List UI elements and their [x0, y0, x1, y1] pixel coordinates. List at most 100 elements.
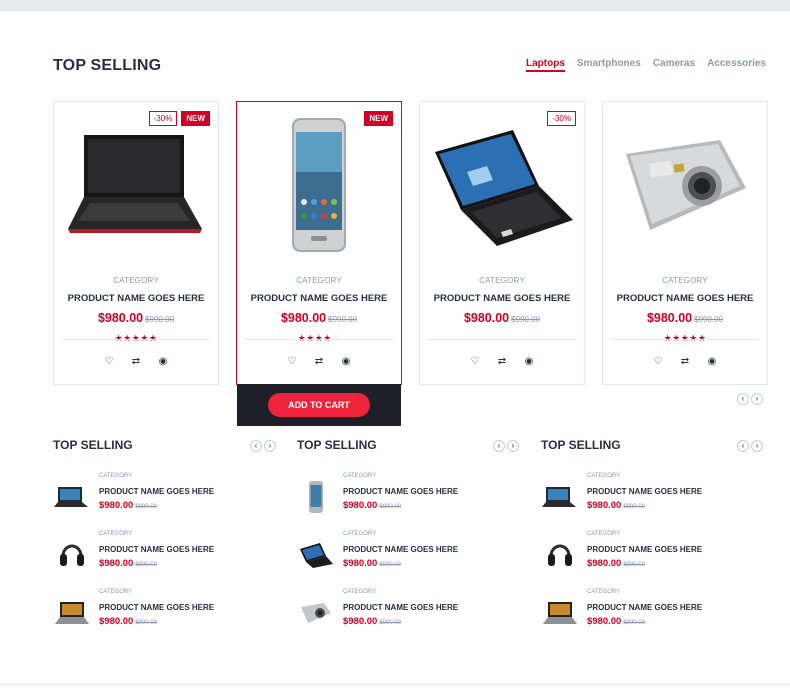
product-category[interactable]: CATEGORY [587, 473, 702, 479]
widget-product[interactable]: CATEGORY PRODUCT NAME GOES HERE $980.00 $99… [541, 473, 766, 523]
widget-product[interactable]: CATEGORY PRODUCT NAME GOES HERE $980.00 $99… [53, 531, 278, 581]
old-price: $990.00 [135, 562, 158, 568]
product-thumb-smartphone[interactable] [297, 481, 335, 513]
product-price: $980.00 $990.00 [587, 558, 702, 569]
widget-product[interactable]: CATEGORY PRODUCT NAME GOES HERE $980.00 $99… [53, 473, 278, 523]
product-thumb-headphones[interactable] [53, 539, 91, 571]
tab-smartphones[interactable]: Smartphones [577, 58, 641, 72]
product-card[interactable]: NEW CATEGORY PRODUCT NAME GOES HERE $980… [236, 101, 402, 385]
chevron-left-icon[interactable]: ‹ [737, 393, 749, 405]
product-name[interactable]: PRODUCT NAME GOES HERE [343, 545, 458, 554]
widget-product[interactable]: CATEGORY PRODUCT NAME GOES HERE $980.00 $99… [297, 589, 522, 639]
product-name[interactable]: PRODUCT NAME GOES HERE [587, 545, 702, 554]
heart-icon[interactable]: ♡ [104, 356, 115, 367]
exchange-icon[interactable]: ⇄ [680, 356, 691, 367]
product-image-camera[interactable] [603, 102, 767, 270]
current-price: $980.00 [587, 616, 622, 627]
product-name[interactable]: PRODUCT NAME GOES HERE [99, 545, 214, 554]
chevron-right-icon[interactable]: › [507, 440, 519, 452]
chevron-left-icon[interactable]: ‹ [493, 440, 505, 452]
tab-laptops[interactable]: Laptops [526, 58, 565, 72]
product-thumb-headphones[interactable] [541, 539, 579, 571]
exchange-icon[interactable]: ⇄ [314, 356, 325, 367]
heart-icon[interactable]: ♡ [470, 356, 481, 367]
product-thumb-laptop[interactable] [53, 597, 91, 629]
product-category[interactable]: CATEGORY [603, 276, 767, 285]
product-category[interactable]: CATEGORY [54, 276, 218, 285]
header-strip [0, 0, 790, 11]
product-price: $980.00 $990.00 [237, 311, 401, 325]
product-category[interactable]: CATEGORY [343, 531, 458, 537]
product-category[interactable]: CATEGORY [343, 473, 458, 479]
product-thumb-camera[interactable] [297, 597, 335, 629]
product-image-laptop[interactable] [54, 102, 218, 270]
chevron-left-icon[interactable]: ‹ [250, 440, 262, 452]
product-name[interactable]: PRODUCT NAME GOES HERE [54, 293, 218, 304]
product-category[interactable]: CATEGORY [99, 531, 214, 537]
widget-product[interactable]: CATEGORY PRODUCT NAME GOES HERE $980.00 $99… [541, 589, 766, 639]
product-name[interactable]: PRODUCT NAME GOES HERE [343, 603, 458, 612]
eye-icon[interactable]: ◉ [524, 356, 535, 367]
eye-icon[interactable]: ◉ [158, 356, 169, 367]
product-price: $980.00 $990.00 [420, 311, 584, 325]
product-name[interactable]: PRODUCT NAME GOES HERE [420, 293, 584, 304]
old-price: $990.00 [623, 504, 646, 510]
current-price: $980.00 [587, 500, 622, 511]
current-price: $980.00 [99, 500, 134, 511]
product-category[interactable]: CATEGORY [587, 531, 702, 537]
sale-badge: -30% [547, 111, 576, 126]
product-category[interactable]: CATEGORY [587, 589, 702, 595]
product-actions: ♡ ⇄ ◉ [420, 356, 584, 367]
tab-cameras[interactable]: Cameras [653, 58, 695, 72]
chevron-left-icon[interactable]: ‹ [737, 440, 749, 452]
exchange-icon[interactable]: ⇄ [497, 356, 508, 367]
add-to-cart-button[interactable]: ADD TO CART [268, 393, 370, 417]
product-thumb-laptop[interactable] [53, 481, 91, 513]
product-price: $980.00 $990.00 [99, 500, 214, 511]
product-name[interactable]: PRODUCT NAME GOES HERE [99, 603, 214, 612]
widget-product[interactable]: CATEGORY PRODUCT NAME GOES HERE $980.00 $99… [297, 473, 522, 523]
widget-product[interactable]: CATEGORY PRODUCT NAME GOES HERE $980.00 $99… [297, 531, 522, 581]
product-category[interactable]: CATEGORY [237, 276, 401, 285]
chevron-right-icon[interactable]: › [264, 440, 276, 452]
product-thumb-laptop[interactable] [297, 539, 335, 571]
chevron-right-icon[interactable]: › [751, 393, 763, 405]
widget-nav: ‹ › [250, 440, 276, 452]
heart-icon[interactable]: ♡ [653, 356, 664, 367]
exchange-icon[interactable]: ⇄ [131, 356, 142, 367]
widget-product[interactable]: CATEGORY PRODUCT NAME GOES HERE $980.00 $99… [541, 531, 766, 581]
top-selling-widget: TOP SELLING ‹ › CATEGORY PRODUCT NAME GOE… [297, 438, 522, 627]
product-name[interactable]: PRODUCT NAME GOES HERE [343, 487, 458, 496]
product-name[interactable]: PRODUCT NAME GOES HERE [587, 603, 702, 612]
product-category[interactable]: CATEGORY [420, 276, 584, 285]
chevron-right-icon[interactable]: › [751, 440, 763, 452]
product-card[interactable]: -30% NEW CATEGORY PRODUCT NAME GOES HERE… [53, 101, 219, 385]
product-category[interactable]: CATEGORY [99, 473, 214, 479]
card-divider [611, 339, 759, 340]
product-thumb-laptop[interactable] [541, 597, 579, 629]
product-name[interactable]: PRODUCT NAME GOES HERE [99, 487, 214, 496]
widget-nav: ‹ › [737, 440, 763, 452]
new-badge: NEW [364, 111, 393, 126]
current-price: $980.00 [99, 616, 134, 627]
tab-accessories[interactable]: Accessories [707, 58, 766, 72]
product-name[interactable]: PRODUCT NAME GOES HERE [587, 487, 702, 496]
heart-icon[interactable]: ♡ [287, 356, 298, 367]
product-card[interactable]: -30% CATEGORY PRODUCT NAME GOES HERE $98… [419, 101, 585, 385]
current-price: $980.00 [463, 311, 510, 325]
old-price: $990.00 [511, 315, 541, 324]
product-image-laptop[interactable] [420, 102, 584, 270]
widget-product[interactable]: CATEGORY PRODUCT NAME GOES HERE $980.00 $99… [53, 589, 278, 639]
product-card[interactable]: CATEGORY PRODUCT NAME GOES HERE $980.00 $… [602, 101, 768, 385]
eye-icon[interactable]: ◉ [707, 356, 718, 367]
widget-title: TOP SELLING [53, 438, 133, 452]
product-category[interactable]: CATEGORY [99, 589, 214, 595]
product-category[interactable]: CATEGORY [343, 589, 458, 595]
product-thumb-laptop[interactable] [541, 481, 579, 513]
product-image-smartphone[interactable] [237, 102, 401, 270]
product-name[interactable]: PRODUCT NAME GOES HERE [237, 293, 401, 304]
product-price: $980.00 $990.00 [603, 311, 767, 325]
card-divider [62, 339, 210, 340]
eye-icon[interactable]: ◉ [341, 356, 352, 367]
product-name[interactable]: PRODUCT NAME GOES HERE [603, 293, 767, 304]
